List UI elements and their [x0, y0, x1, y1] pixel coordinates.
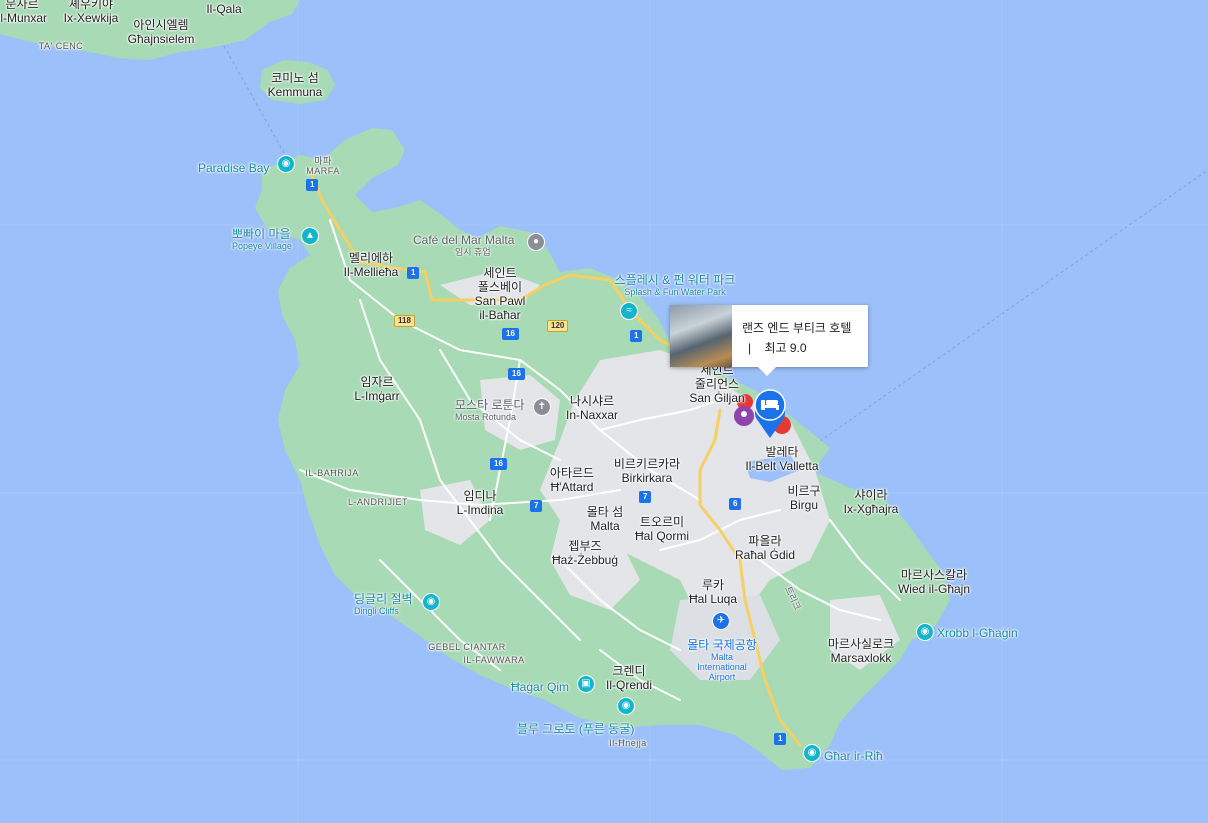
road-shield-1: 1: [407, 267, 420, 279]
road-shield-16: 16: [502, 328, 519, 340]
place-zebbug: 젭부즈 Ħaż-Żebbuġ: [551, 539, 619, 567]
place-munxar: 문사르 Il-Munxar: [0, 0, 48, 25]
place-birkirkara: 비르키르카라 Birkirkara: [613, 457, 681, 485]
road-shield-16: 16: [508, 368, 525, 380]
hotel-name[interactable]: 랜즈 엔드 부티크 호텔: [742, 319, 851, 336]
place-st-julians: 세인트 줄리언스 San Ġiljan: [689, 363, 745, 405]
road-shield-16: 16: [490, 458, 507, 470]
hotel-bed-icon[interactable]: [755, 390, 785, 436]
poi-xrobb[interactable]: Xrobb l-Għaġin: [937, 627, 1018, 640]
place-ta-cenc: TA' ĊENĊ: [38, 41, 84, 51]
poi-hagar-qim[interactable]: Ħaġar Qim: [511, 681, 569, 694]
museum-icon[interactable]: ▣: [577, 675, 595, 693]
place-st-pauls-bay: 세인트 폴스베이 San Pawl il-Baħar: [474, 266, 526, 322]
place-qormi: 트오르미 Ħal Qormi: [634, 515, 690, 543]
place-qrendi: 크렌디 Il-Qrendi: [605, 664, 653, 692]
place-valletta: 발레타 Il-Belt Valletta: [745, 445, 819, 473]
poi-splash-fun[interactable]: 스플레시 & 펀 워터 파크 Splash & Fun Water Park: [615, 274, 736, 298]
place-andrijiet: L-ANDRIJIET: [347, 497, 409, 507]
place-malta: 몰타 섬 Malta: [586, 505, 624, 533]
place-xewkija: 셰우키야 Ix-Xewkija: [63, 0, 119, 25]
place-mdina: 임디나 L-Imdina: [456, 489, 504, 517]
poi-ghar-ir-rih[interactable]: Għar ir-Riħ: [824, 750, 883, 763]
place-wied-il-ghajn: 마르사스칼라 Wied il-Għajn: [897, 568, 971, 596]
road-shield-7: 7: [639, 491, 652, 503]
place-comino: 코미노 섬 Kemmuna: [267, 71, 323, 99]
poi-paradise-bay[interactable]: Paradise Bay: [198, 162, 269, 175]
camera-icon[interactable]: ◉: [277, 155, 295, 173]
camera-icon[interactable]: ◉: [916, 623, 934, 641]
place-mgarr: 임자르 L-Imġarr: [354, 375, 400, 403]
landmark-icon[interactable]: ▲: [301, 227, 319, 245]
rating-text: 최고 9.0: [764, 341, 807, 355]
airplane-icon[interactable]: ✈: [712, 612, 730, 630]
place-attard: 아타르드 Ħ'Attard: [549, 466, 595, 494]
place-birgu: 비르구 Birgu: [787, 484, 821, 512]
poi-malta-airport[interactable]: 몰타 국제공항 Malta International Airport: [687, 639, 757, 683]
poi-cafe-del-mar[interactable]: Café del Mar Malta 임시 휴업: [413, 234, 514, 258]
place-mellieha: 멜리에하 Il-Mellieħa: [343, 251, 399, 279]
road-shield-1: 1: [774, 733, 787, 745]
road-shield-1: 1: [630, 330, 643, 342]
road-shield-118: 118: [394, 315, 415, 327]
place-marsaxlokk: 마르사실로크 Marsaxlokk: [827, 637, 895, 665]
place-qala: Il-Qala: [206, 2, 242, 16]
road-shield-120: 120: [547, 320, 569, 332]
church-icon[interactable]: ✝: [533, 398, 551, 416]
camera-icon[interactable]: ◉: [422, 593, 440, 611]
road-shield-6: 6: [729, 498, 742, 510]
camera-icon[interactable]: ◉: [803, 744, 821, 762]
place-paola: 파올라 Raħal Ġdid: [734, 534, 796, 562]
place-hnejja: Il-Ħnejja: [609, 738, 647, 748]
location-pin-icon[interactable]: ●: [527, 233, 545, 251]
poi-blue-grotto[interactable]: 블루 그로토 (푸른 동굴): [517, 723, 634, 736]
place-luqa: 루카 Ħal Luqa: [688, 578, 738, 606]
poi-dingli-cliffs[interactable]: 딩글리 절벽 Dingli Cliffs: [354, 593, 413, 617]
hotel-thumbnail[interactable]: [670, 305, 732, 367]
road-shield-7: 7: [530, 500, 543, 512]
poi-mosta-rotunda[interactable]: 모스타 로툰다 Mosta Rotunda: [455, 399, 525, 423]
hotel-rating: | 최고 9.0: [748, 339, 807, 356]
camera-icon[interactable]: ◉: [617, 697, 635, 715]
poi-popeye-village[interactable]: 뽀빠이 마을 Popeye Village: [232, 228, 292, 252]
place-xghajra: 샤이라 Ix-Xgħajra: [843, 488, 899, 516]
place-fawwara: IL-FAWWARA: [463, 655, 525, 665]
place-bahrija: IL-BAĦRIJA: [305, 468, 359, 478]
water-park-icon[interactable]: ≈: [620, 302, 638, 320]
hotel-infowindow[interactable]: 랜즈 엔드 부티크 호텔 | 최고 9.0: [670, 305, 868, 376]
place-gebel-ciantar: GEBEL CIANTAR: [428, 642, 506, 652]
place-ghajnsielem: 아인시엘렘 Għajnsielem: [127, 18, 195, 46]
rating-separator: |: [748, 341, 752, 355]
road-shield-1: 1: [306, 179, 319, 191]
place-marfa: 마파 MARFA: [306, 156, 340, 176]
place-naxxar: 나시샤르 In-Naxxar: [565, 394, 619, 422]
